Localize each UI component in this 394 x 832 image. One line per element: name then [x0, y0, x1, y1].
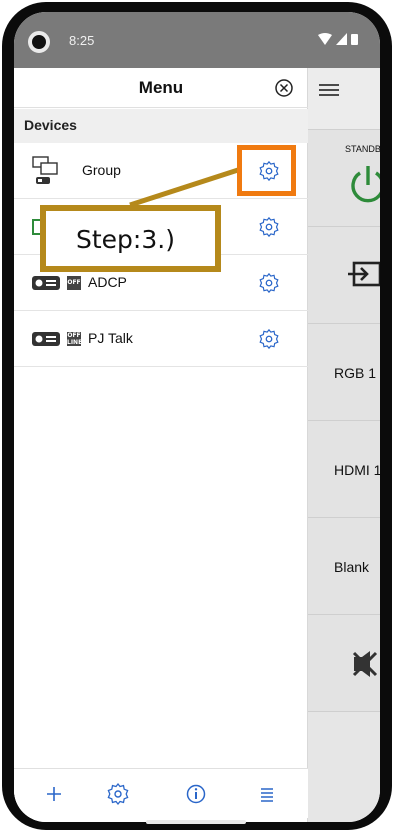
- step-highlight-box: [237, 145, 296, 196]
- wifi-icon: [318, 33, 332, 45]
- section-label: Devices: [24, 117, 77, 133]
- drawer-header: Menu: [14, 68, 308, 108]
- camera-cutout: [28, 31, 50, 53]
- gear-icon[interactable]: [258, 216, 280, 238]
- picture-mute-icon: [352, 651, 378, 677]
- status-badge: OFF: [67, 276, 81, 290]
- info-icon[interactable]: [184, 782, 208, 806]
- badge-text: LINE: [67, 339, 83, 346]
- devices-section-header: Devices: [14, 109, 308, 143]
- badge-text: OFF: [67, 332, 81, 339]
- input-label: RGB 1: [334, 365, 377, 381]
- system-icons: [318, 33, 358, 45]
- close-icon[interactable]: [274, 78, 294, 98]
- settings-gear-icon[interactable]: [106, 782, 130, 806]
- step-callout-text: Step:3.): [76, 225, 175, 254]
- list-menu-icon[interactable]: [255, 782, 279, 806]
- add-icon[interactable]: [42, 782, 66, 806]
- status-badge: OFF LINE: [67, 332, 83, 346]
- signal-icon: [336, 33, 347, 45]
- menu-title: Menu: [138, 78, 184, 97]
- device-name: PJ Talk: [88, 330, 133, 346]
- gear-icon[interactable]: [258, 328, 280, 350]
- standby-button[interactable]: STANDBY: [308, 130, 380, 227]
- input-source-icon: [348, 261, 380, 287]
- phone-frame: 8:25 Menu Devices Group OFF ADCP OFF LIN…: [2, 2, 392, 830]
- main-topbar: [308, 68, 380, 130]
- projector-icon: [32, 276, 60, 290]
- status-bar: 8:25: [14, 12, 380, 68]
- group-devices-icon: [32, 156, 58, 184]
- bottom-toolbar: [14, 768, 308, 818]
- input-hdmi1-button[interactable]: HDMI 1: [308, 421, 380, 518]
- badge-text: OFF: [67, 279, 81, 286]
- blank-button[interactable]: Blank: [308, 518, 380, 615]
- device-row-pj-talk[interactable]: OFF LINE PJ Talk: [14, 311, 308, 367]
- home-indicator[interactable]: [146, 820, 246, 824]
- device-name: Group: [82, 162, 121, 178]
- status-time: 8:25: [69, 33, 95, 48]
- power-icon: [351, 166, 380, 203]
- gear-icon[interactable]: [258, 272, 280, 294]
- main-panel-partial: STANDBY RGB 1 HDMI 1 Blank: [308, 68, 380, 822]
- step-callout-box: Step:3.): [40, 205, 221, 272]
- standby-label: STANDBY: [345, 144, 380, 154]
- projector-icon: [32, 332, 60, 346]
- mute-button[interactable]: [308, 615, 380, 712]
- battery-icon: [351, 34, 358, 45]
- screen: 8:25 Menu Devices Group OFF ADCP OFF LIN…: [14, 12, 380, 822]
- input-label: Blank: [334, 559, 370, 575]
- input-rgb1-button[interactable]: RGB 1: [308, 324, 380, 421]
- hamburger-menu-icon[interactable]: [318, 82, 340, 98]
- input-label: HDMI 1: [334, 462, 380, 478]
- input-switch-button[interactable]: [308, 227, 380, 324]
- device-name: ADCP: [88, 274, 127, 290]
